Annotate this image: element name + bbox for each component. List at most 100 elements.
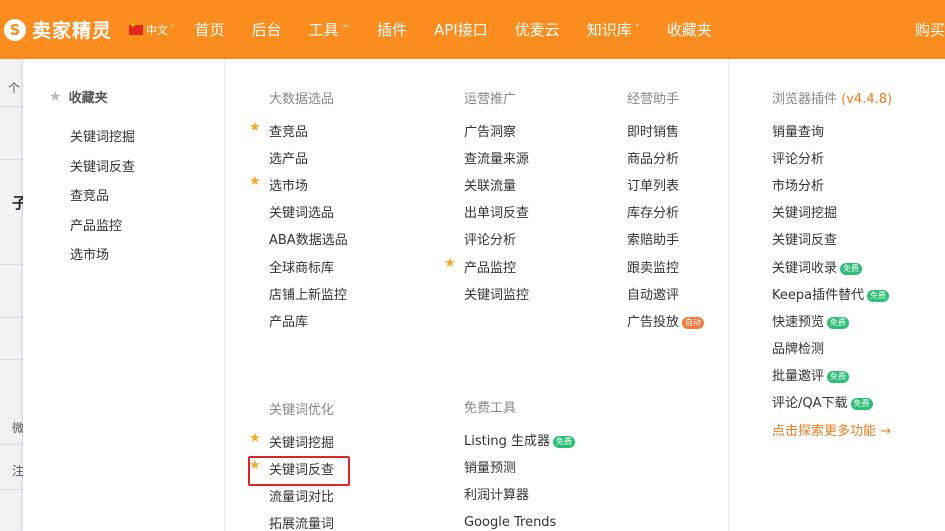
divider <box>728 59 729 531</box>
nav-item-favorites[interactable]: 收藏夹 <box>667 19 712 40</box>
menu-item[interactable]: ABA数据选品 <box>269 228 348 255</box>
menu-item[interactable]: 广告洞察 <box>464 119 529 146</box>
menu-item[interactable]: 店铺上新监控 <box>269 282 348 309</box>
menu-item-label: 关键词监控 <box>464 287 530 303</box>
nav-item-knowledge[interactable]: 知识库 ˇ <box>587 19 640 40</box>
menu-item[interactable]: 出单词反查 <box>464 201 529 228</box>
background-page: 个 子 微 注 <box>0 59 27 531</box>
menu-item[interactable]: 拓展流量词 <box>269 512 334 531</box>
menu-item[interactable]: 广告投放 自动 <box>627 309 705 336</box>
menu-item[interactable]: 全球商标库 <box>269 255 348 282</box>
menu-item[interactable]: Listing 生成器 免费 <box>464 428 575 455</box>
menu-item[interactable]: 关键词挖掘 <box>772 201 891 228</box>
menu-item-label: 关联流量 <box>464 178 517 194</box>
nav-item-buy[interactable]: 购买 <box>915 0 945 59</box>
menu-item[interactable]: 销量查询 <box>772 119 891 146</box>
menu-item[interactable]: ★ 选市场 <box>249 173 348 200</box>
section-title-free-tools: 免费工具 <box>464 401 517 416</box>
free-badge: 免费 <box>827 316 850 329</box>
assistant-list: 即时销售 商品分析 订单列表 库存分析 索赔助手 跟卖监控 自动邀评 广告投放自… <box>627 119 705 337</box>
nav-item-tools[interactable]: 工具 ^ <box>309 19 350 40</box>
free-badge: 免费 <box>867 289 890 302</box>
menu-item-label: 全球商标库 <box>269 260 335 276</box>
main-nav: 首页 后台 工具 ^ 插件 API接口 优麦云 知识库 ˇ 收藏夹 <box>195 19 739 40</box>
menu-item[interactable]: 批量邀评 免费 <box>772 364 891 391</box>
menu-item-label: 关键词挖掘 <box>772 206 838 222</box>
menu-item[interactable]: 订单列表 <box>627 173 704 200</box>
menu-item[interactable]: 关键词监控 <box>464 282 529 309</box>
menu-item[interactable]: Keepa插件替代 免费 <box>772 282 891 309</box>
menu-item[interactable]: 即时销售 <box>627 119 704 146</box>
menu-item-label: 索赔助手 <box>627 233 680 249</box>
nav-label: 收藏夹 <box>666 21 712 39</box>
menu-item[interactable]: 销量预测 <box>464 455 575 482</box>
explore-more-link[interactable]: 点击探索更多功能 → <box>772 418 891 445</box>
star-icon: ★ <box>249 174 261 190</box>
favorites-item[interactable]: 选市场 <box>70 246 135 276</box>
menu-item[interactable]: 评论分析 <box>464 228 529 255</box>
favorites-item[interactable]: 关键词挖掘 <box>70 128 135 158</box>
logo-text: 卖家精灵 <box>32 20 113 42</box>
divider <box>0 264 23 265</box>
menu-item[interactable]: ★ 关键词挖掘 <box>249 430 334 457</box>
menu-item-label: Listing 生成器 <box>464 433 550 449</box>
menu-item[interactable]: 关联流量 <box>464 173 529 200</box>
china-flag-icon <box>129 21 144 35</box>
menu-item-label: 快速预览 <box>772 314 825 330</box>
nav-item-backend[interactable]: 后台 <box>252 19 282 40</box>
favorites-item[interactable]: 产品监控 <box>70 217 135 247</box>
menu-item[interactable]: Google Trends <box>464 510 575 531</box>
nav-label: 后台 <box>251 21 282 39</box>
background-text: 个 <box>8 81 21 95</box>
nav-item-youmaiyun[interactable]: 优麦云 <box>515 19 560 40</box>
free-badge: 免费 <box>827 371 850 384</box>
menu-item[interactable]: 评论分析 <box>772 146 891 173</box>
menu-item[interactable]: 自动邀评 <box>627 282 704 309</box>
big-data-list: ★ 查竞品 选产品 ★ 选市场 关键词选品 ABA数据选品 全球商标库 店铺上新监控… <box>249 119 348 337</box>
browser-plugin-title: 浏览器插件 <box>772 92 838 107</box>
menu-item-label: 评论分析 <box>772 151 825 167</box>
menu-item[interactable]: 评论/QA下载 免费 <box>772 391 891 418</box>
section-title-browser-plugin: 浏览器插件 (v4.4.8) <box>772 88 892 107</box>
menu-item-label: 评论/QA下载 <box>772 396 848 412</box>
menu-item[interactable]: 流量词对比 <box>269 484 334 511</box>
menu-item[interactable]: 选产品 <box>269 146 348 173</box>
star-icon: ★ <box>249 120 261 135</box>
menu-item[interactable]: 查流量来源 <box>464 146 529 173</box>
menu-item-label: 广告投放 <box>627 314 680 330</box>
menu-item[interactable]: 利润计算器 <box>464 482 575 509</box>
menu-item[interactable]: 商品分析 <box>627 146 704 173</box>
menu-item[interactable]: 库存分析 <box>627 201 704 228</box>
menu-item-label: 即时销售 <box>627 124 680 140</box>
section-title-operations: 运营推广 <box>464 92 517 107</box>
menu-item[interactable]: 市场分析 <box>772 173 891 200</box>
menu-item[interactable]: ★ 产品监控 <box>444 255 529 282</box>
menu-item[interactable]: 关键词反查 <box>772 228 891 255</box>
menu-item[interactable]: 关键词收录 免费 <box>772 255 891 282</box>
chevron-up-icon: ^ <box>341 24 350 35</box>
top-navigation-bar: S 卖家精灵 中文 ˇ 首页 后台 工具^ 插件 API接口 优麦云 知识库ˇ … <box>0 0 945 59</box>
menu-item[interactable]: 索赔助手 <box>627 228 704 255</box>
nav-item-home[interactable]: 首页 <box>195 19 225 40</box>
menu-item[interactable]: 跟卖监控 <box>627 255 704 282</box>
menu-item-label: 选市场 <box>269 178 309 194</box>
menu-item-label: 市场分析 <box>772 178 825 194</box>
favorites-item[interactable]: 关键词反查 <box>70 158 135 188</box>
favorites-item[interactable]: 查竞品 <box>70 187 135 217</box>
plugin-version: (v4.4.8) <box>841 92 893 107</box>
menu-item[interactable]: 快速预览 免费 <box>772 309 891 336</box>
nav-item-plugins[interactable]: 插件 <box>377 19 407 40</box>
menu-item-label: ABA数据选品 <box>269 233 348 249</box>
divider <box>0 359 23 360</box>
nav-item-api[interactable]: API接口 <box>434 19 488 40</box>
menu-item[interactable]: 品牌检测 <box>772 337 891 364</box>
menu-item[interactable]: ★ 查竞品 <box>249 119 348 146</box>
menu-item[interactable]: 产品库 <box>269 309 348 336</box>
browser-plugin-list: 销量查询 评论分析 市场分析 关键词挖掘 关键词反查 关键词收录 免费 Keepa… <box>772 119 891 445</box>
brand-logo[interactable]: S 卖家精灵 <box>4 16 112 43</box>
menu-item[interactable]: 关键词选品 <box>269 201 348 228</box>
nav-label: 知识库 <box>586 21 632 39</box>
tools-dropdown-menu: ★ 收藏夹 关键词挖掘 关键词反查 查竞品 产品监控 选市场 大数据选品 ★ 查竞… <box>23 59 945 531</box>
language-selector[interactable]: 中文 ˇ <box>129 21 175 38</box>
menu-item-label: 销量预测 <box>464 460 517 476</box>
